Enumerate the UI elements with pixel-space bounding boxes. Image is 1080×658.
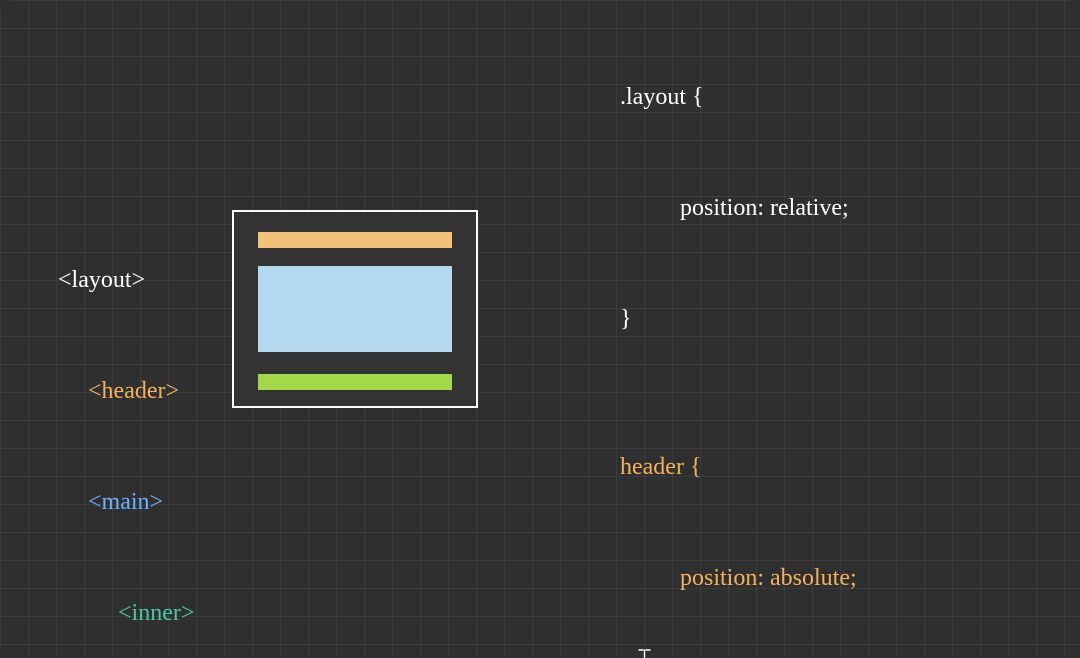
layout-preview [232,210,478,408]
html-header: <header> [58,373,194,410]
html-layout-open: <layout> [58,262,194,299]
css-header-rule1: position: absolute; [620,560,907,597]
preview-footer-bar [258,374,452,390]
html-code-block: <layout> <header> <main> <inner> </main>… [58,188,194,658]
css-layout-rule1: position: relative; [620,190,907,227]
css-code-block: .layout { position: relative; } header {… [620,5,907,658]
layout-preview-inner [258,232,452,390]
preview-main-block [258,266,452,352]
slide-stage: <layout> <header> <main> <inner> </main>… [0,0,1080,658]
preview-header-bar [258,232,452,248]
css-layout-close: } [620,301,907,338]
css-header-selector: header { [620,449,907,486]
html-inner: <inner> [58,595,194,632]
html-main-open: <main> [58,484,194,521]
css-layout-selector: .layout { [620,79,907,116]
text-cursor-icon [637,648,652,658]
